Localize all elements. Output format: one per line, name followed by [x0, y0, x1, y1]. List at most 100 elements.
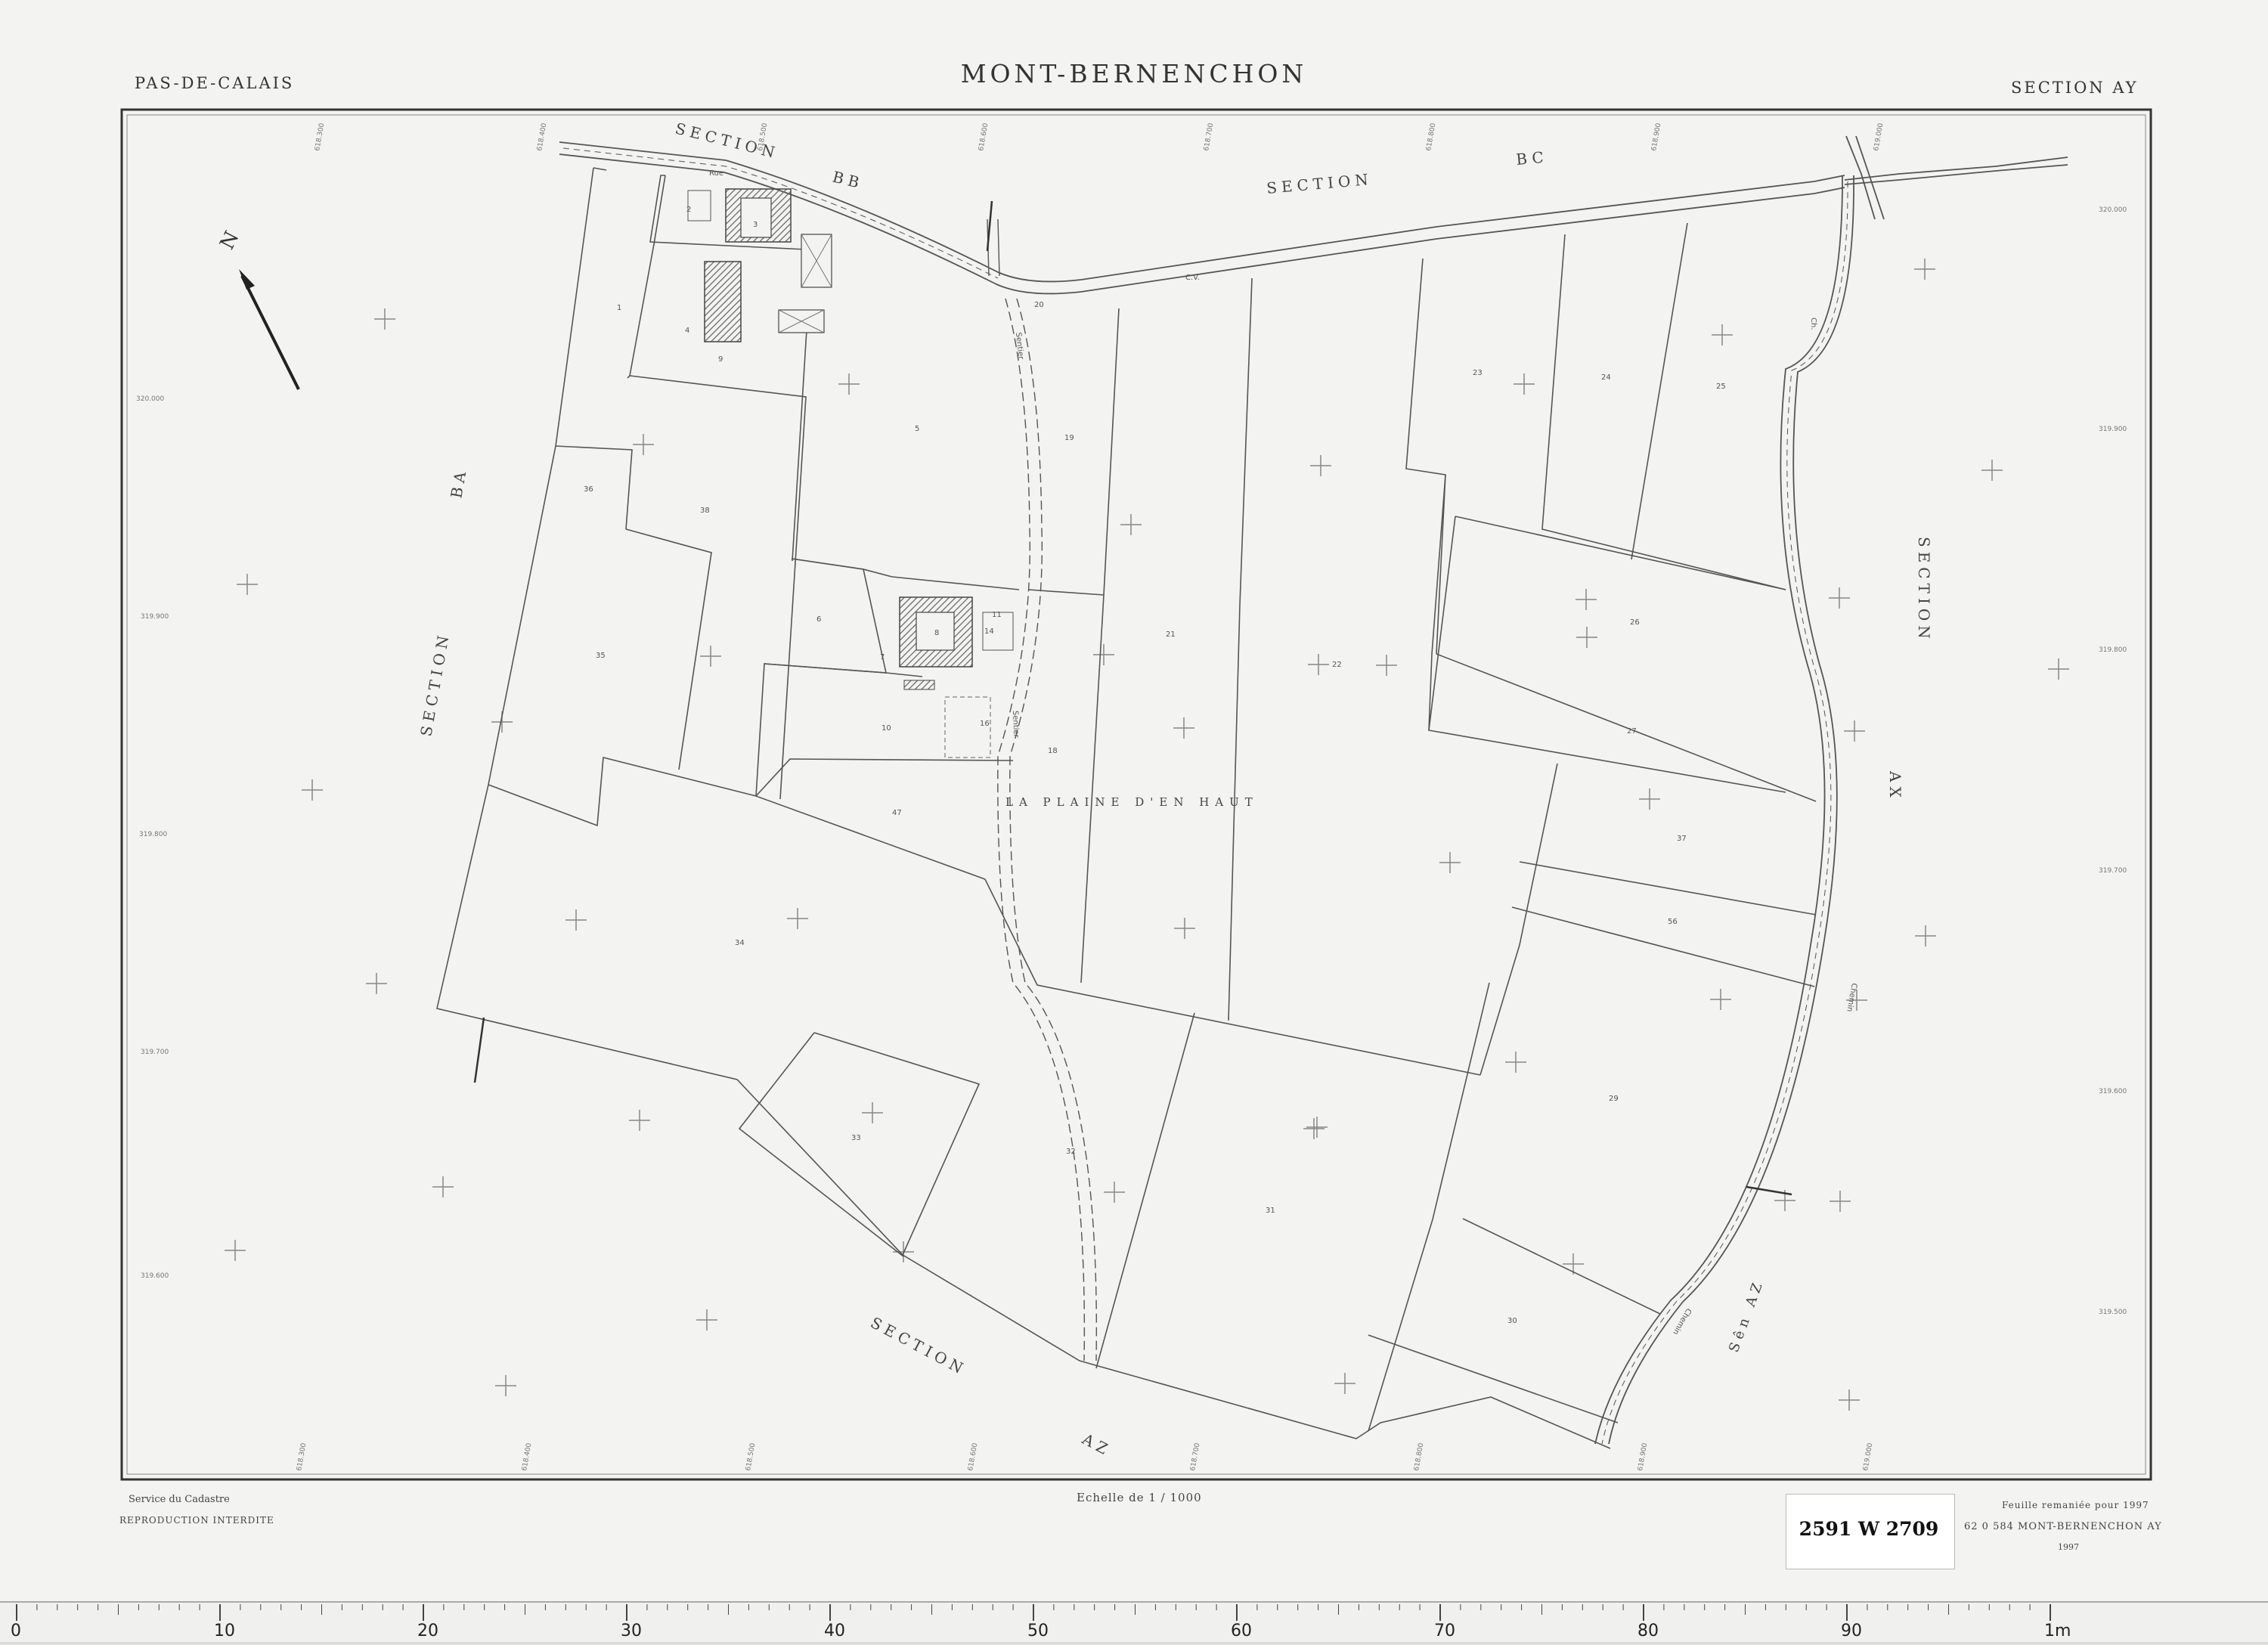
- parcel-19: 19: [1064, 434, 1074, 442]
- grid-crosses: [225, 259, 2069, 1411]
- section-bc-id: BC: [1515, 147, 1548, 169]
- parcel-56: 56: [1668, 918, 1678, 926]
- parcel-27: 27: [1627, 727, 1637, 736]
- grid-label: 618.700: [1203, 122, 1215, 152]
- parcel-24: 24: [1601, 373, 1611, 382]
- reproduction-label: REPRODUCTION INTERDITE: [119, 1515, 274, 1526]
- parcel-11: 11: [992, 611, 1002, 619]
- sentier-path: [987, 218, 1098, 1362]
- archive-stamp: 2591 W 2709: [1799, 1518, 1939, 1540]
- parcel-20: 20: [1034, 301, 1044, 309]
- parcel-25: 25: [1716, 383, 1726, 391]
- ruler-major-label: 1m: [2044, 1622, 2071, 1640]
- grid-label: 618.400: [521, 1442, 533, 1472]
- parcel-5: 5: [915, 425, 919, 433]
- buildings-top: [687, 188, 832, 342]
- grid-label: 619.000: [1862, 1442, 1874, 1472]
- grid-label: 320.000: [2099, 206, 2127, 214]
- parcel-14: 14: [984, 627, 994, 636]
- section-az-label: SECTION: [868, 1313, 971, 1379]
- map-frame: [120, 108, 2152, 1481]
- buildings-center: [899, 596, 1014, 758]
- parcel-10: 10: [881, 724, 891, 733]
- ruler-major-label: 10: [214, 1622, 235, 1640]
- grid-label: 618.300: [314, 122, 326, 152]
- ruler-scale: 0 10 20 30 40 50 60 70 80 90 1m: [11, 1604, 2071, 1640]
- ruler-major-label: 30: [621, 1622, 642, 1640]
- parcel-1: 1: [617, 304, 621, 312]
- grid-label: 319.900: [2099, 426, 2127, 433]
- grid-label: 319.900: [141, 613, 169, 621]
- section-ax-label: SECTION: [1915, 537, 1933, 643]
- cadastral-map: N SECTION BB SECTION BC SECTION BA SECTI…: [120, 108, 2152, 1481]
- ruler-major-label: 80: [1637, 1622, 1659, 1640]
- section-saz-label: Sên AZ: [1726, 1277, 1768, 1355]
- grid-label: 618.500: [745, 1442, 757, 1472]
- grid-label: 618.800: [1425, 122, 1437, 152]
- ruler-major-label: 70: [1434, 1622, 1455, 1640]
- parcel-2: 2: [686, 206, 691, 214]
- grid-label: 618.900: [1650, 122, 1662, 152]
- section-ba-id: BA: [447, 466, 470, 500]
- chemin-road: [1594, 175, 1854, 1445]
- grid-label: 619.000: [1873, 122, 1885, 152]
- map-frame-inner: [126, 114, 2146, 1475]
- commune-code-label: 62 0 584 MONT-BERNENCHON AY: [1964, 1521, 2162, 1532]
- grid-label: 319.600: [2099, 1088, 2127, 1095]
- grid-label: 618.300: [296, 1442, 308, 1472]
- ruler-major-label: 0: [11, 1622, 21, 1640]
- section-ax-id: AX: [1886, 770, 1904, 802]
- parcel-29: 29: [1609, 1095, 1619, 1103]
- grid-label: 618.900: [1637, 1442, 1649, 1472]
- grid-label: 618.800: [1413, 1442, 1425, 1472]
- parcel-38: 38: [700, 507, 710, 515]
- section-az-id: AZ: [1079, 1430, 1115, 1461]
- year-label: 1997: [2058, 1542, 2079, 1552]
- section-ba-label: SECTION: [417, 630, 453, 738]
- parcel-35: 35: [596, 652, 606, 660]
- road-ch-label: Ch.: [1809, 318, 1817, 330]
- parcel-4: 4: [685, 327, 689, 335]
- lieu-dit-label: LA PLAINE D'EN HAUT: [1005, 795, 1259, 809]
- north-arrow-icon: N: [215, 228, 300, 390]
- north-label: N: [215, 228, 243, 253]
- grid-label: 319.500: [2099, 1309, 2127, 1316]
- ruler-major-label: 40: [824, 1622, 845, 1640]
- parcel-16: 16: [980, 720, 990, 728]
- section-bc-label: SECTION: [1266, 170, 1373, 197]
- service-label: Service du Cadastre: [129, 1494, 230, 1505]
- road-sentier-label-2: Sentier: [1011, 711, 1020, 739]
- parcel-37: 37: [1677, 835, 1687, 843]
- grid-label: 320.000: [136, 395, 164, 403]
- road-sentier-label: Sentier: [1014, 332, 1025, 361]
- grid-label: 618.700: [1189, 1442, 1201, 1472]
- grid-label: 319.800: [2099, 646, 2127, 654]
- parcel-33: 33: [851, 1134, 861, 1142]
- ruler-major-label: 90: [1841, 1622, 1862, 1640]
- parcel-18: 18: [1048, 747, 1058, 755]
- grid-label: 319.700: [141, 1049, 169, 1056]
- grid-label: 618.600: [967, 1442, 979, 1472]
- road-rue-label: Rue: [709, 169, 723, 178]
- parcel-31: 31: [1266, 1207, 1275, 1215]
- parcel-30: 30: [1507, 1317, 1517, 1325]
- grid-label: 319.800: [139, 831, 167, 838]
- parcel-47: 47: [892, 809, 902, 817]
- ruler-major-label: 50: [1027, 1622, 1049, 1640]
- parcel-32: 32: [1066, 1148, 1076, 1156]
- parcel-22: 22: [1332, 661, 1342, 669]
- road-cv-label: C.V.: [1185, 274, 1200, 282]
- remanie-label: Feuille remaniée pour 1997: [2002, 1500, 2149, 1510]
- road-chemin-label-2: Chemin: [1671, 1307, 1693, 1337]
- parcel-23: 23: [1473, 369, 1483, 377]
- section-bb-id: BB: [831, 168, 866, 193]
- parcel-9: 9: [718, 355, 723, 364]
- parcel-36: 36: [584, 485, 593, 494]
- ruler-major-label: 20: [417, 1622, 438, 1640]
- scale-label: Echelle de 1 / 1000: [1077, 1491, 1202, 1504]
- grid-label: 618.600: [978, 122, 990, 152]
- grid-label: 319.600: [141, 1272, 169, 1280]
- parcel-8: 8: [934, 629, 939, 637]
- parcel-6: 6: [816, 615, 821, 624]
- grid-label: 618.400: [536, 122, 548, 152]
